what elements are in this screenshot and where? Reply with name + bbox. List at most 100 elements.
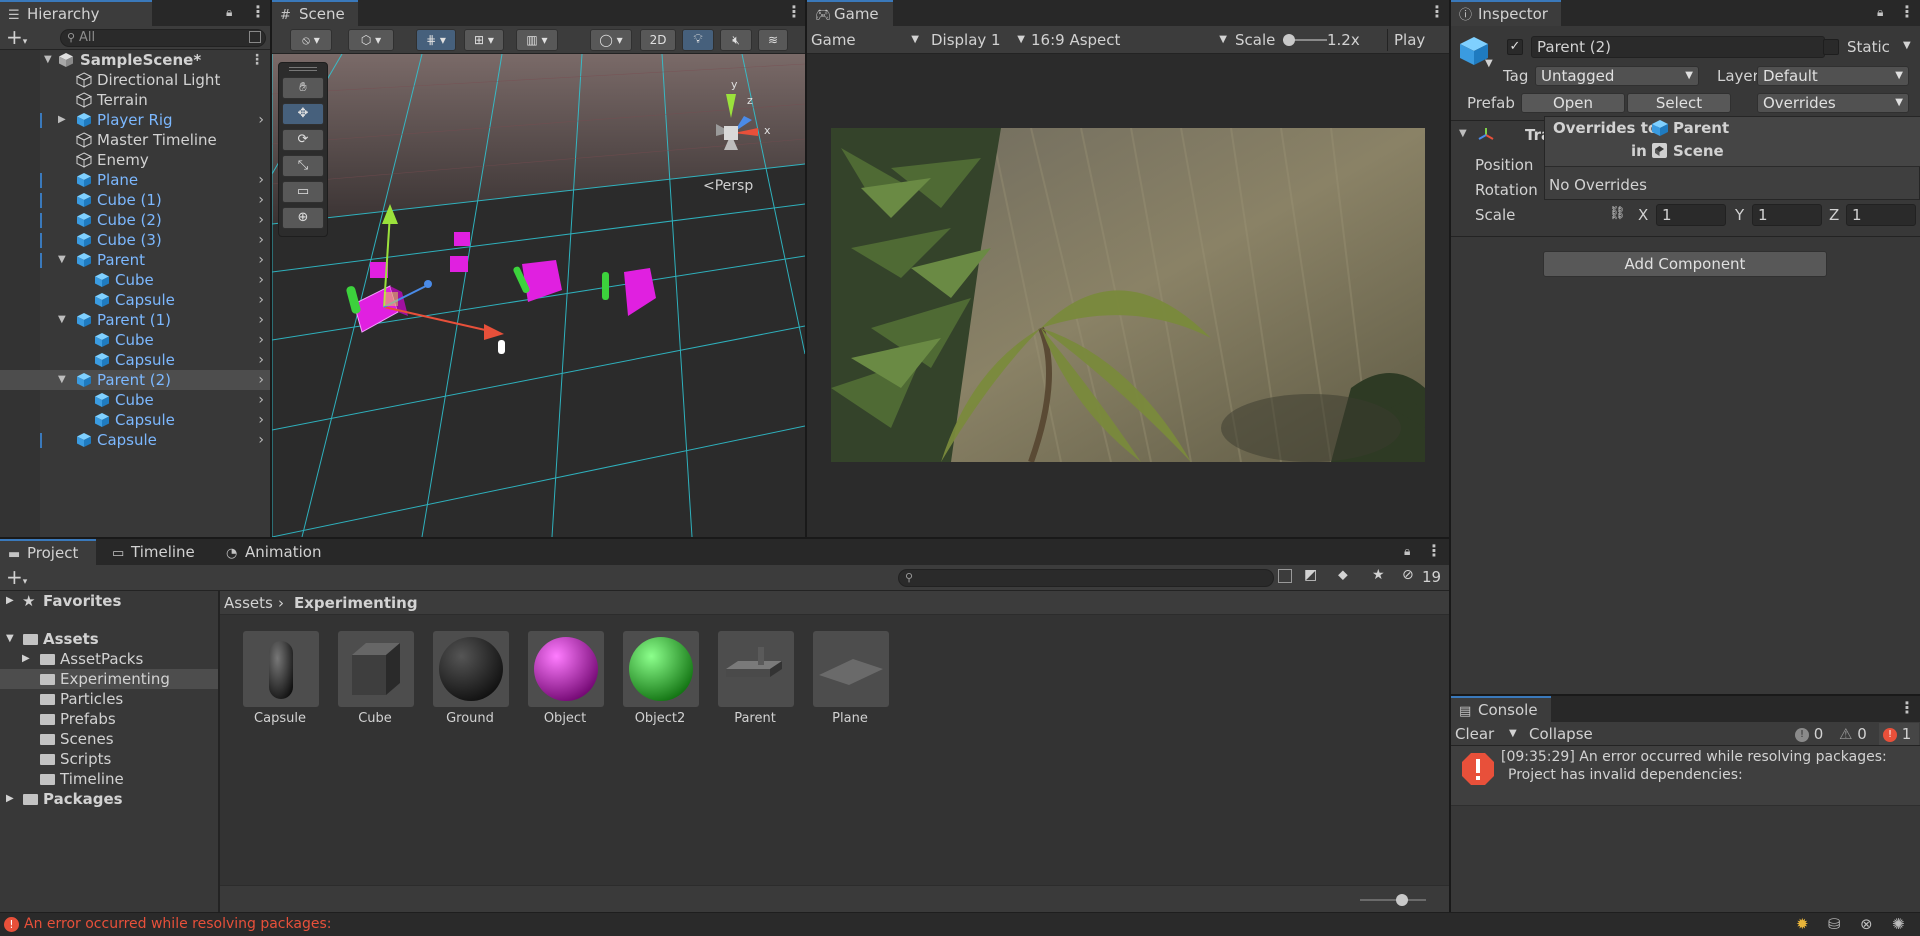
chevron-right-icon[interactable]: › (258, 390, 264, 410)
draw-mode-button[interactable]: ⦸ ▾ (290, 29, 332, 51)
foldout-arrow-icon[interactable]: ▼ (58, 370, 66, 390)
chevron-right-icon[interactable]: › (258, 110, 264, 130)
foldout-arrow-icon[interactable]: ▼ (58, 250, 66, 270)
display-dropdown[interactable]: Display 1 ▼ (931, 29, 1031, 51)
chevron-down-icon[interactable]: ▼ (1903, 40, 1911, 51)
display-mode-dropdown[interactable]: Game ▼ (811, 29, 923, 51)
create-asset-button[interactable]: +▾ (6, 565, 36, 591)
hierarchy-item[interactable]: Cube › (0, 390, 270, 410)
tab-game[interactable]: 🎮︎ Game (807, 0, 893, 26)
chevron-down-icon[interactable]: ▼ (1485, 58, 1493, 69)
render-mode-button[interactable]: ⬡ ▾ (348, 29, 394, 51)
hierarchy-item[interactable]: Plane › (0, 170, 270, 190)
icon-size-slider[interactable] (1360, 894, 1426, 906)
cube-object[interactable] (454, 232, 470, 246)
rotate-tool-icon[interactable]: ⟳ (282, 129, 324, 151)
pivot-button[interactable]: ⋕ ▾ (416, 29, 456, 51)
folder-row[interactable]: Scenes (0, 729, 218, 749)
effects-toggle-icon[interactable]: ≋ (758, 29, 788, 51)
hidden-packages-icon[interactable]: ⊘ (1402, 567, 1414, 583)
tag-dropdown[interactable]: Untagged ▼ (1535, 66, 1699, 86)
hierarchy-item[interactable]: ▶ Player Rig › (0, 110, 270, 130)
hierarchy-item[interactable]: Enemy (0, 150, 270, 170)
hierarchy-item[interactable]: Capsule › (0, 350, 270, 370)
prefab-select-button[interactable]: Select (1627, 93, 1731, 113)
hierarchy-item[interactable]: ▼ Parent (2) › (0, 370, 270, 390)
chevron-right-icon[interactable]: › (258, 330, 264, 350)
cube-object[interactable] (450, 256, 468, 272)
scale-y-field[interactable]: 1 (1752, 204, 1822, 226)
more-menu-icon[interactable]: ⋮ (1426, 541, 1442, 561)
cache-server-icon[interactable]: ⛁ (1828, 915, 1841, 933)
prefab-overrides-dropdown[interactable]: Overrides ▼ (1757, 93, 1909, 113)
folder-row[interactable]: ▶ AssetPacks (0, 649, 218, 669)
project-search-input[interactable]: ⚲ (898, 569, 1274, 587)
info-filter-toggle[interactable]: ! 0 (1795, 723, 1835, 745)
prefab-open-button[interactable]: Open (1521, 93, 1625, 113)
asset-tile[interactable]: Capsule (241, 631, 319, 726)
packages-row[interactable]: ▶ Packages (0, 789, 218, 809)
rect-tool-icon[interactable]: ▭ (282, 181, 324, 203)
scene-viewport[interactable]: y z x <Persp (272, 54, 805, 537)
scale-slider[interactable] (1283, 34, 1327, 46)
active-checkbox[interactable]: ✓ (1507, 39, 1523, 55)
static-checkbox[interactable] (1823, 39, 1839, 55)
shading-button[interactable]: ◯ ▾ (590, 29, 632, 51)
clear-button[interactable]: Clear (1455, 723, 1494, 745)
folder-row[interactable]: Scripts (0, 749, 218, 769)
hierarchy-item[interactable]: ▼ Parent › (0, 250, 270, 270)
breadcrumb-root[interactable]: Assets (224, 594, 273, 612)
hierarchy-item[interactable]: Master Timeline (0, 130, 270, 150)
add-component-button[interactable]: Add Component (1543, 251, 1827, 277)
tab-console[interactable]: ▤ Console (1451, 696, 1551, 722)
hierarchy-item[interactable]: Directional Light (0, 70, 270, 90)
chevron-right-icon[interactable]: › (258, 290, 264, 310)
audio-toggle-icon[interactable]: 🔇︎ (720, 29, 752, 51)
chevron-right-icon[interactable]: › (258, 210, 264, 230)
grid-button[interactable]: ▥ ▾ (516, 29, 558, 51)
asset-tile[interactable]: Object2 (621, 631, 699, 726)
more-menu-icon[interactable]: ⋮ (250, 50, 264, 70)
asset-tile[interactable]: Ground (431, 631, 509, 726)
foldout-arrow-icon[interactable]: ▶ (58, 110, 66, 130)
transform-tool-icon[interactable]: ⊕ (282, 207, 324, 229)
hand-tool-icon[interactable]: ✋︎ (282, 77, 324, 99)
more-menu-icon[interactable]: ⋮ (1429, 2, 1445, 22)
chevron-right-icon[interactable]: › (258, 190, 264, 210)
debug-bug-icon[interactable]: ✹ (1796, 915, 1809, 933)
toggle-2d-button[interactable]: 2D (640, 29, 676, 51)
tab-timeline[interactable]: ▭ Timeline (104, 539, 205, 565)
favorites-row[interactable]: ▶ ★ Favorites (0, 591, 218, 611)
tab-scene[interactable]: # Scene (272, 0, 358, 26)
chevron-right-icon[interactable]: › (258, 230, 264, 250)
progress-spinner-icon[interactable]: ✺ (1892, 915, 1905, 933)
asset-tile[interactable]: Object (526, 631, 604, 726)
tab-project[interactable]: ▬ Project (0, 539, 96, 565)
hierarchy-item[interactable]: ▼ Parent (1) › (0, 310, 270, 330)
scale-tool-icon[interactable]: ⤡ (282, 155, 324, 177)
aspect-dropdown[interactable]: 16:9 Aspect ▼ (1031, 29, 1231, 51)
hierarchy-item[interactable]: Cube › (0, 330, 270, 350)
assets-row[interactable]: ▼ Assets (0, 629, 218, 649)
layer-dropdown[interactable]: Default ▼ (1757, 66, 1909, 86)
hierarchy-item[interactable]: Cube (2) › (0, 210, 270, 230)
create-plus-button[interactable]: +▾ (6, 26, 34, 50)
hierarchy-item[interactable]: Cube › (0, 270, 270, 290)
asset-tile[interactable]: Plane (811, 631, 889, 726)
more-menu-icon[interactable]: ⋮ (786, 2, 802, 22)
favorites-star-icon[interactable]: ★ (1372, 567, 1385, 583)
breadcrumb-current[interactable]: Experimenting (294, 594, 418, 612)
more-menu-icon[interactable]: ⋮ (1899, 2, 1915, 22)
more-menu-icon[interactable]: ⋮ (1899, 698, 1915, 718)
move-tool-icon[interactable]: ✥ (282, 103, 324, 125)
snap-button[interactable]: ⊞ ▾ (464, 29, 504, 51)
tab-inspector[interactable]: ⓘ Inspector (1451, 0, 1561, 26)
asset-tile[interactable]: Parent (716, 631, 794, 726)
lock-icon[interactable]: 🔒︎ (1877, 3, 1891, 21)
console-log-entry[interactable]: [09:35:29] An error occurred while resol… (1451, 746, 1920, 806)
chevron-right-icon[interactable]: › (258, 410, 264, 430)
play-focused-dropdown[interactable]: Play Foc (1387, 29, 1449, 51)
collapse-button[interactable]: Collapse (1529, 723, 1593, 745)
warning-filter-toggle[interactable]: ⚠ 0 (1839, 723, 1875, 745)
foldout-arrow-icon[interactable]: ▶ (22, 649, 30, 669)
